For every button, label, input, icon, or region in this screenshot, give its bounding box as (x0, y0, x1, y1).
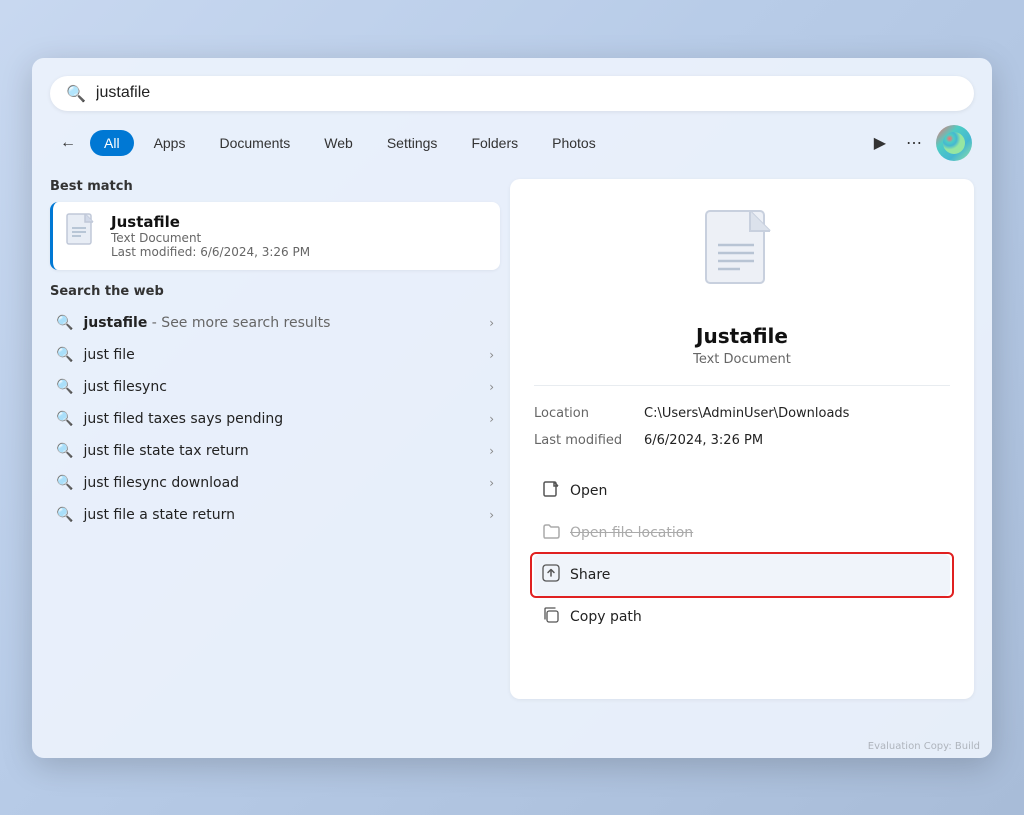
search-icon: 🔍 (66, 84, 86, 103)
detail-modified-row: Last modified 6/6/2024, 3:26 PM (534, 427, 950, 454)
best-match-date: Last modified: 6/6/2024, 3:26 PM (111, 245, 310, 259)
main-content: Best match Justafile Text Document (50, 179, 974, 699)
web-item-text-6: just file a state return (83, 507, 489, 523)
chevron-icon-1: › (489, 348, 494, 362)
filter-documents[interactable]: Documents (205, 130, 304, 156)
action-share[interactable]: Share (534, 554, 950, 596)
web-item-text-1: just file (83, 347, 489, 363)
web-search-item-5[interactable]: 🔍 just filesync download › (50, 467, 500, 499)
chevron-icon-0: › (489, 316, 494, 330)
detail-info: Location C:\Users\AdminUser\Downloads La… (534, 385, 950, 454)
web-item-text-0: justafile - See more search results (83, 315, 489, 331)
search-icon-sm-3: 🔍 (56, 411, 73, 427)
web-item-text-4: just file state tax return (83, 443, 489, 459)
chevron-icon-4: › (489, 444, 494, 458)
action-share-label: Share (570, 567, 610, 583)
search-icon-sm-1: 🔍 (56, 347, 73, 363)
search-icon-sm-6: 🔍 (56, 507, 73, 523)
left-panel: Best match Justafile Text Document (50, 179, 510, 699)
filter-bar: ← All Apps Documents Web Settings Folder… (50, 125, 974, 161)
file-icon (65, 212, 99, 260)
chevron-icon-6: › (489, 508, 494, 522)
web-search-item-6[interactable]: 🔍 just file a state return › (50, 499, 500, 531)
watermark-text: Evaluation Copy: Build (868, 741, 980, 752)
location-label: Location (534, 406, 644, 421)
action-open-file-location-label: Open file location (570, 525, 693, 541)
action-list: Open Open file location (534, 470, 950, 638)
best-match-info: Justafile Text Document Last modified: 6… (111, 213, 310, 259)
web-search-item-3[interactable]: 🔍 just filed taxes says pending › (50, 403, 500, 435)
location-value: C:\Users\AdminUser\Downloads (644, 406, 849, 421)
modified-value: 6/6/2024, 3:26 PM (644, 433, 763, 448)
action-open[interactable]: Open (534, 470, 950, 512)
back-button[interactable]: ← (52, 130, 84, 156)
web-search-item-0[interactable]: 🔍 justafile - See more search results › (50, 307, 500, 339)
search-icon-sm-2: 🔍 (56, 379, 73, 395)
more-options-button[interactable]: ⋯ (900, 129, 928, 157)
action-copy-path[interactable]: Copy path (534, 596, 950, 638)
filter-settings[interactable]: Settings (373, 130, 452, 156)
action-copy-path-label: Copy path (570, 609, 642, 625)
web-search-item-1[interactable]: 🔍 just file › (50, 339, 500, 371)
filter-all[interactable]: All (90, 130, 134, 156)
copilot-icon[interactable] (936, 125, 972, 161)
best-match-label: Best match (50, 179, 500, 194)
web-item-text-5: just filesync download (83, 475, 489, 491)
search-icon-sm-0: 🔍 (56, 315, 73, 331)
detail-file-icon (702, 207, 782, 310)
search-input[interactable] (96, 84, 958, 102)
web-search-item-2[interactable]: 🔍 just filesync › (50, 371, 500, 403)
folder-icon (542, 522, 560, 544)
play-button[interactable]: ▶ (868, 129, 892, 157)
open-icon (542, 480, 560, 502)
search-bar: 🔍 (50, 76, 974, 111)
action-open-label: Open (570, 483, 607, 499)
filter-more: ▶ ⋯ (868, 125, 972, 161)
web-search-item-4[interactable]: 🔍 just file state tax return › (50, 435, 500, 467)
best-match-filename: Justafile (111, 213, 310, 231)
best-match-filetype: Text Document (111, 231, 310, 245)
modified-label: Last modified (534, 433, 644, 448)
share-icon (542, 564, 560, 586)
best-match-item[interactable]: Justafile Text Document Last modified: 6… (50, 202, 500, 270)
filter-apps[interactable]: Apps (140, 130, 200, 156)
detail-filetype: Text Document (693, 352, 791, 367)
filter-folders[interactable]: Folders (457, 130, 532, 156)
action-open-file-location[interactable]: Open file location (534, 512, 950, 554)
chevron-icon-5: › (489, 476, 494, 490)
web-item-text-2: just filesync (83, 379, 489, 395)
detail-filename: Justafile (696, 324, 788, 348)
detail-location-row: Location C:\Users\AdminUser\Downloads (534, 400, 950, 427)
web-search-label: Search the web (50, 284, 500, 299)
copy-path-icon (542, 606, 560, 628)
search-icon-sm-4: 🔍 (56, 443, 73, 459)
filter-web[interactable]: Web (310, 130, 367, 156)
search-icon-sm-5: 🔍 (56, 475, 73, 491)
web-item-text-3: just filed taxes says pending (83, 411, 489, 427)
chevron-icon-3: › (489, 412, 494, 426)
detail-panel: Justafile Text Document Location C:\User… (510, 179, 974, 699)
search-panel: 🔍 ← All Apps Documents Web Settings Fold… (32, 58, 992, 758)
chevron-icon-2: › (489, 380, 494, 394)
filter-photos[interactable]: Photos (538, 130, 610, 156)
